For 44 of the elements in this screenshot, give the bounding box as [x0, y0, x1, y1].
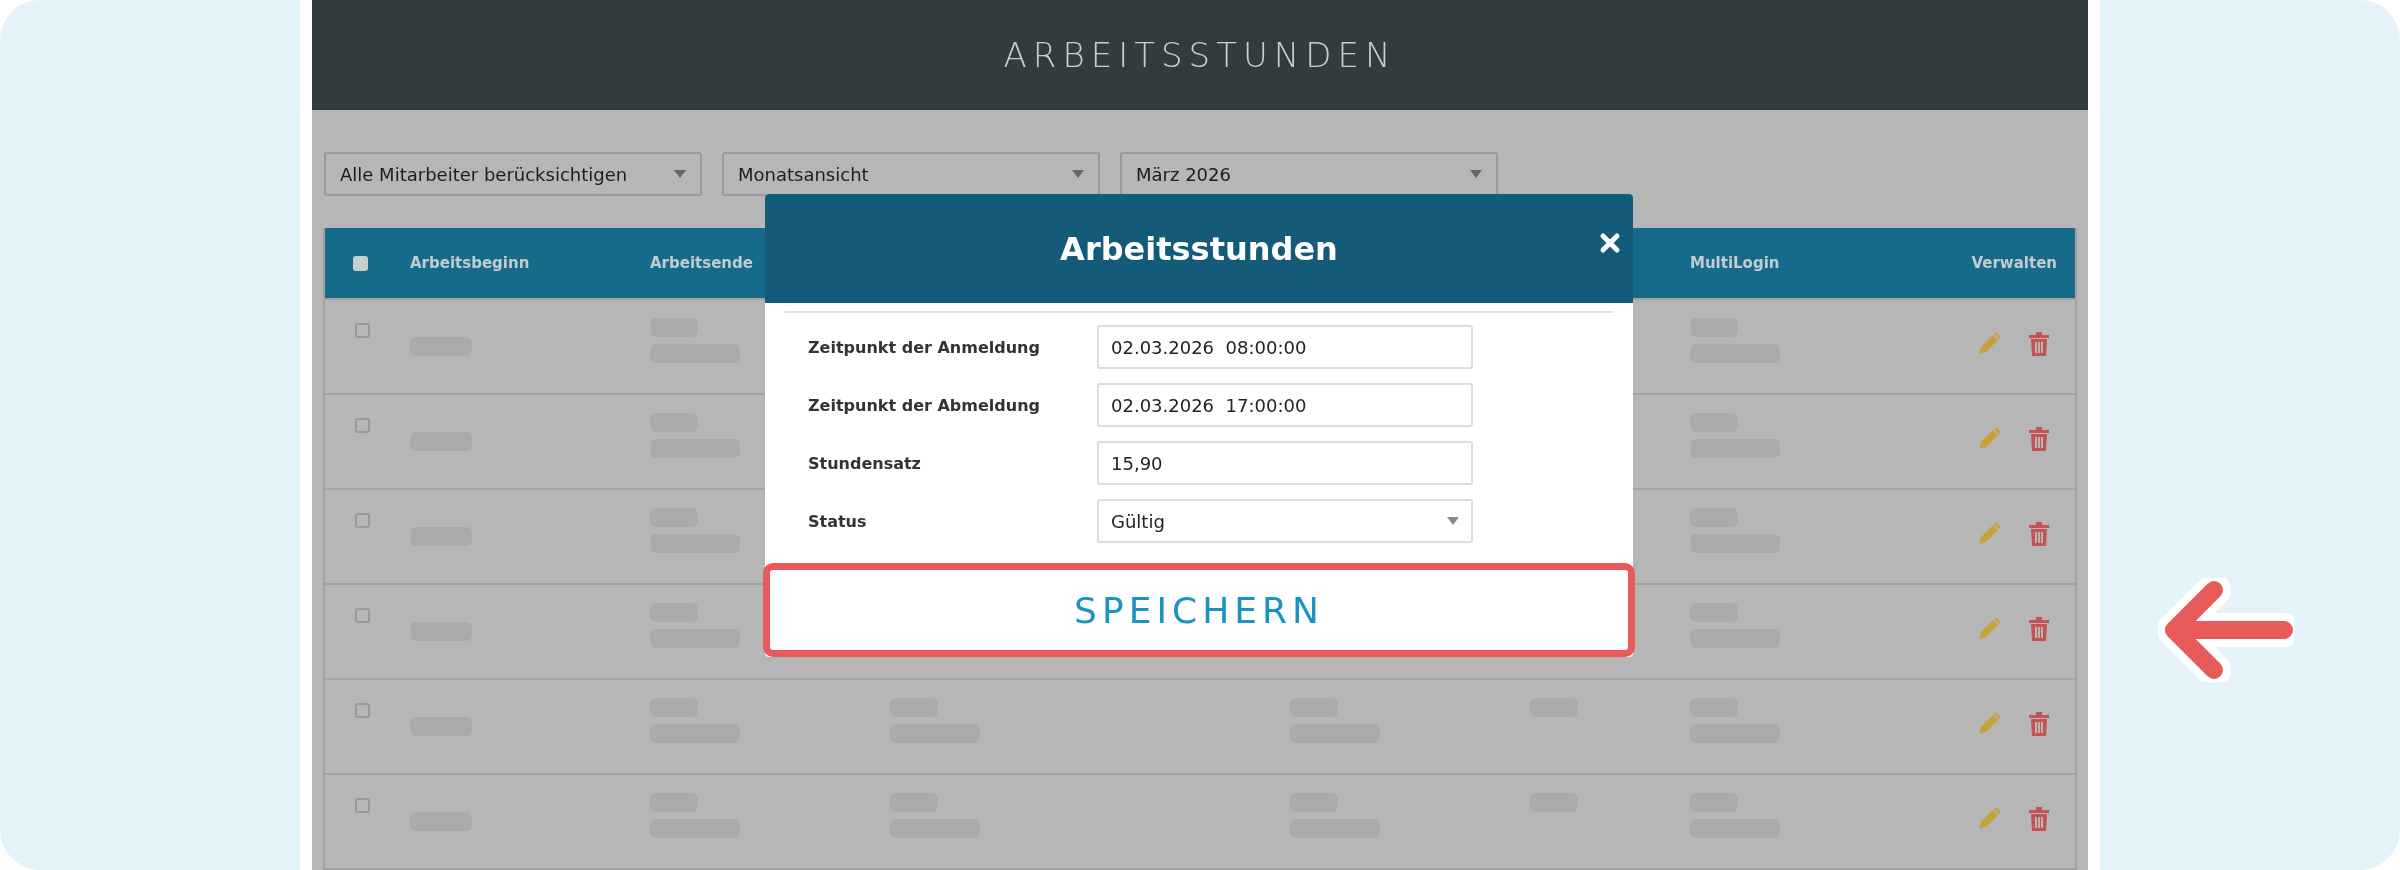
field-label: Stundensatz — [808, 453, 922, 473]
pencil-icon[interactable] — [1977, 712, 2001, 736]
column-header: Arbeitsende — [649, 254, 754, 272]
filter-dropdown[interactable]: Monatsansicht — [722, 152, 1100, 196]
column-header: Arbeitsbeginn — [409, 254, 531, 272]
row-checkbox[interactable] — [355, 513, 370, 528]
row-checkbox[interactable] — [355, 798, 370, 813]
trash-icon[interactable] — [2029, 807, 2049, 831]
trash-icon[interactable] — [2029, 332, 2049, 356]
row-checkbox[interactable] — [355, 703, 370, 718]
dropdown-caret-icon — [1470, 170, 1482, 178]
filter-dropdown[interactable]: März 2026 — [1120, 152, 1498, 196]
field-label: Zeitpunkt der Abmeldung — [808, 395, 1041, 415]
dropdown-caret-icon — [1072, 170, 1084, 178]
pencil-icon[interactable] — [1977, 807, 2001, 831]
trash-icon[interactable] — [2029, 522, 2049, 546]
row-checkbox[interactable] — [355, 608, 370, 623]
select-all-checkbox[interactable] — [353, 255, 368, 271]
field-label: Zeitpunkt der Anmeldung — [808, 337, 1041, 357]
row-checkbox[interactable] — [355, 418, 370, 433]
filter-dropdown[interactable]: Alle Mitarbeiter berücksichtigen — [324, 152, 702, 196]
column-header: MultiLogin — [1689, 254, 1781, 272]
input-field[interactable]: 15,90 — [1097, 441, 1473, 485]
field-label: Status — [808, 511, 868, 531]
close-icon — [1599, 232, 1621, 254]
close-button[interactable] — [1599, 232, 1621, 254]
page-title: ARBEITSSTUNDEN — [1003, 35, 1397, 75]
input-field[interactable]: 02.03.2026 17:00:00 — [1097, 383, 1473, 427]
row-checkbox[interactable] — [355, 323, 370, 338]
arrow-icon — [2158, 578, 2294, 682]
status-dropdown[interactable]: Gültig — [1097, 499, 1473, 543]
pencil-icon[interactable] — [1977, 427, 2001, 451]
pencil-icon[interactable] — [1977, 332, 2001, 356]
trash-icon[interactable] — [2029, 712, 2049, 736]
trash-icon[interactable] — [2029, 427, 2049, 451]
dropdown-caret-icon — [674, 170, 686, 178]
trash-icon[interactable] — [2029, 617, 2049, 641]
save-button[interactable]: SPEICHERN — [763, 563, 1635, 657]
input-field[interactable]: 02.03.2026 08:00:00 — [1097, 325, 1473, 369]
pencil-icon[interactable] — [1977, 522, 2001, 546]
modal-title: Arbeitsstunden — [1060, 229, 1338, 268]
dropdown-caret-icon — [1447, 517, 1459, 525]
column-header: Verwalten — [1970, 254, 2058, 272]
pencil-icon[interactable] — [1977, 617, 2001, 641]
